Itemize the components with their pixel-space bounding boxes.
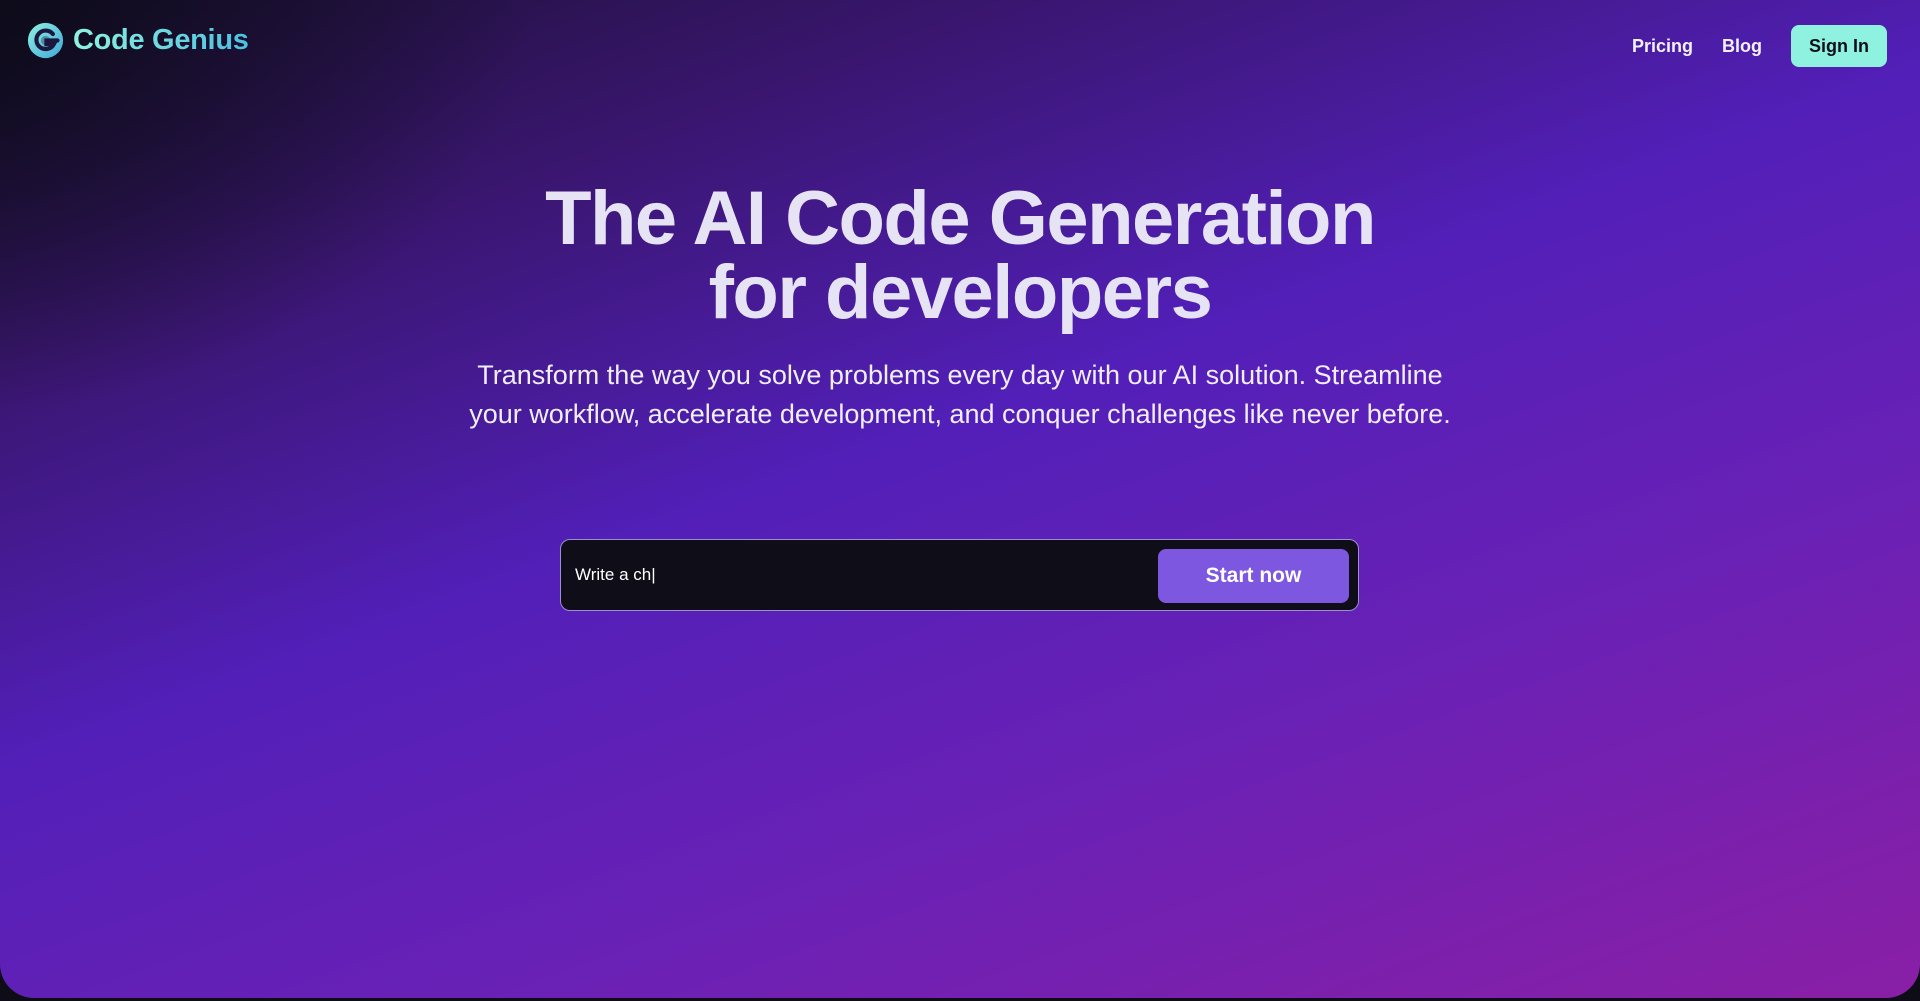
nav-link-blog[interactable]: Blog: [1722, 36, 1762, 57]
top-nav: Pricing Blog Sign In: [1632, 25, 1887, 67]
prompt-bar: Write a ch| Start now: [560, 539, 1359, 611]
nav-link-pricing[interactable]: Pricing: [1632, 36, 1693, 57]
site-header: Code Genius Pricing Blog Sign In: [0, 0, 1920, 90]
start-now-button[interactable]: Start now: [1158, 549, 1349, 603]
brand-logo-link[interactable]: Code Genius: [27, 22, 249, 59]
prompt-input-value: Write a ch|: [575, 565, 656, 584]
code-genius-logo-icon: [27, 22, 64, 59]
hero-title: The AI Code Generation for developers: [0, 181, 1920, 331]
hero-section: The AI Code Generation for developers Tr…: [0, 181, 1920, 434]
page: Code Genius Pricing Blog Sign In The AI …: [0, 0, 1920, 998]
hero-title-line-1: The AI Code Generation: [545, 176, 1376, 261]
sign-in-button[interactable]: Sign In: [1791, 25, 1887, 67]
hero-subtitle: Transform the way you solve problems eve…: [469, 360, 1451, 429]
hero-title-line-2: for developers: [708, 250, 1213, 335]
brand-name: Code Genius: [73, 24, 249, 56]
